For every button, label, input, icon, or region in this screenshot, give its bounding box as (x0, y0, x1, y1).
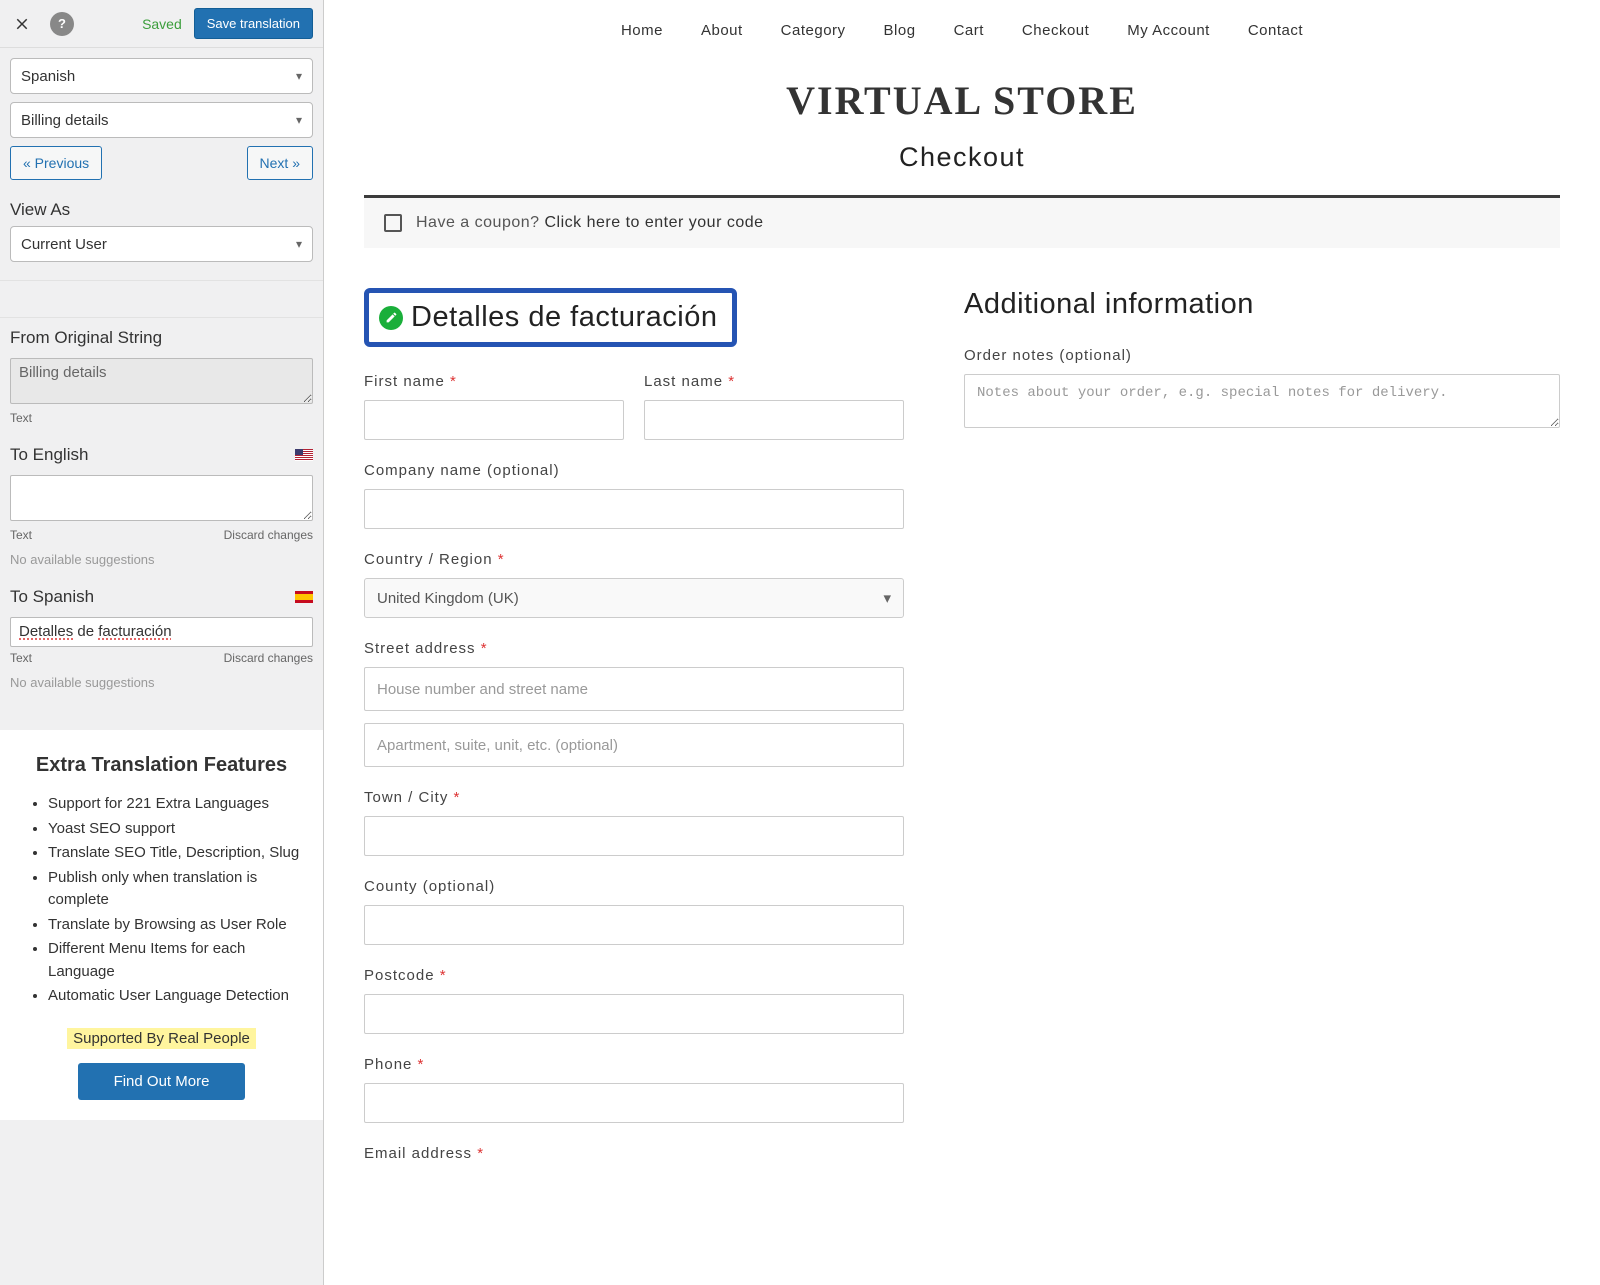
company-field[interactable] (364, 489, 904, 529)
es-flag-icon (295, 591, 313, 603)
view-as-value: Current User (21, 236, 107, 253)
last-name-field[interactable] (644, 400, 904, 440)
site-preview: Home About Category Blog Cart Checkout M… (324, 0, 1600, 1285)
first-name-field[interactable] (364, 400, 624, 440)
language-select-value: Spanish (21, 68, 75, 85)
extra-item: Automatic User Language Detection (48, 985, 309, 1008)
to-english-field[interactable] (10, 475, 313, 521)
extra-title: Extra Translation Features (14, 754, 309, 777)
find-out-more-button[interactable]: Find Out More (78, 1063, 246, 1100)
nav-cart[interactable]: Cart (954, 22, 984, 39)
extra-item: Translate by Browsing as User Role (48, 914, 309, 937)
coupon-question: Have a coupon? (416, 214, 544, 231)
nav-contact[interactable]: Contact (1248, 22, 1303, 39)
text-format-label: Text (10, 651, 32, 665)
sidebar-topbar: ? Saved Save translation (0, 0, 323, 48)
extra-item: Support for 221 Extra Languages (48, 793, 309, 816)
first-name-label: First name * (364, 373, 624, 390)
site-nav: Home About Category Blog Cart Checkout M… (324, 8, 1600, 53)
extra-features-block: Extra Translation Features Support for 2… (0, 730, 323, 1120)
from-original-field: Billing details (10, 358, 313, 404)
us-flag-icon (295, 449, 313, 461)
nav-account[interactable]: My Account (1127, 22, 1210, 39)
extra-item: Yoast SEO support (48, 818, 309, 841)
county-field[interactable] (364, 905, 904, 945)
coupon-bar: Have a coupon? Click here to enter your … (364, 195, 1560, 248)
close-button[interactable] (10, 12, 34, 36)
string-select[interactable]: Billing details (10, 102, 313, 138)
extra-item: Different Menu Items for each Language (48, 938, 309, 983)
no-suggestions-en: No available suggestions (10, 552, 313, 567)
coupon-icon (384, 214, 402, 232)
additional-info-heading: Additional information (964, 288, 1560, 321)
text-format-label: Text (10, 411, 32, 425)
postcode-field[interactable] (364, 994, 904, 1034)
nav-category[interactable]: Category (781, 22, 846, 39)
help-button[interactable]: ? (50, 12, 74, 36)
pencil-icon (385, 311, 398, 324)
street-label: Street address * (364, 640, 904, 657)
last-name-label: Last name * (644, 373, 904, 390)
company-label: Company name (optional) (364, 462, 904, 479)
translation-sidebar: ? Saved Save translation Spanish Billing… (0, 0, 324, 1285)
order-notes-label: Order notes (optional) (964, 347, 1560, 364)
page-title: Checkout (324, 142, 1600, 173)
string-select-value: Billing details (21, 112, 109, 129)
extra-item: Publish only when translation is complet… (48, 867, 309, 912)
view-as-select[interactable]: Current User (10, 226, 313, 262)
discard-english-link[interactable]: Discard changes (224, 528, 313, 542)
nav-about[interactable]: About (701, 22, 743, 39)
previous-button[interactable]: « Previous (10, 146, 102, 180)
nav-home[interactable]: Home (621, 22, 663, 39)
county-label: County (optional) (364, 878, 904, 895)
to-spanish-label: To Spanish (10, 587, 94, 607)
edit-badge (379, 306, 403, 330)
email-label: Email address * (364, 1145, 904, 1162)
order-notes-field[interactable] (964, 374, 1560, 428)
text-format-label: Text (10, 528, 32, 542)
billing-heading-highlight[interactable]: Detalles de facturación (364, 288, 737, 347)
postcode-label: Postcode * (364, 967, 904, 984)
phone-label: Phone * (364, 1056, 904, 1073)
nav-checkout[interactable]: Checkout (1022, 22, 1089, 39)
supported-text: Supported By Real People (67, 1028, 256, 1049)
discard-spanish-link[interactable]: Discard changes (224, 651, 313, 665)
coupon-link[interactable]: Click here to enter your code (544, 214, 763, 231)
phone-field[interactable] (364, 1083, 904, 1123)
street-field-2[interactable] (364, 723, 904, 767)
close-icon (13, 15, 31, 33)
country-select[interactable]: United Kingdom (UK) (364, 578, 904, 618)
to-spanish-field[interactable]: Detalles de facturación (10, 617, 313, 647)
billing-heading: Detalles de facturación (411, 301, 718, 334)
country-value: United Kingdom (UK) (377, 590, 519, 607)
store-title: VIRTUAL STORE (324, 77, 1600, 124)
next-button[interactable]: Next » (247, 146, 313, 180)
saved-status: Saved (142, 16, 182, 32)
extra-item: Translate SEO Title, Description, Slug (48, 842, 309, 865)
nav-blog[interactable]: Blog (884, 22, 916, 39)
no-suggestions-es: No available suggestions (10, 675, 313, 690)
language-select[interactable]: Spanish (10, 58, 313, 94)
extra-list: Support for 221 Extra Languages Yoast SE… (14, 793, 309, 1008)
view-as-label: View As (0, 190, 323, 226)
town-field[interactable] (364, 816, 904, 856)
town-label: Town / City * (364, 789, 904, 806)
from-original-label: From Original String (10, 328, 313, 348)
street-field-1[interactable] (364, 667, 904, 711)
save-translation-button[interactable]: Save translation (194, 8, 313, 39)
country-label: Country / Region * (364, 551, 904, 568)
to-english-label: To English (10, 445, 88, 465)
